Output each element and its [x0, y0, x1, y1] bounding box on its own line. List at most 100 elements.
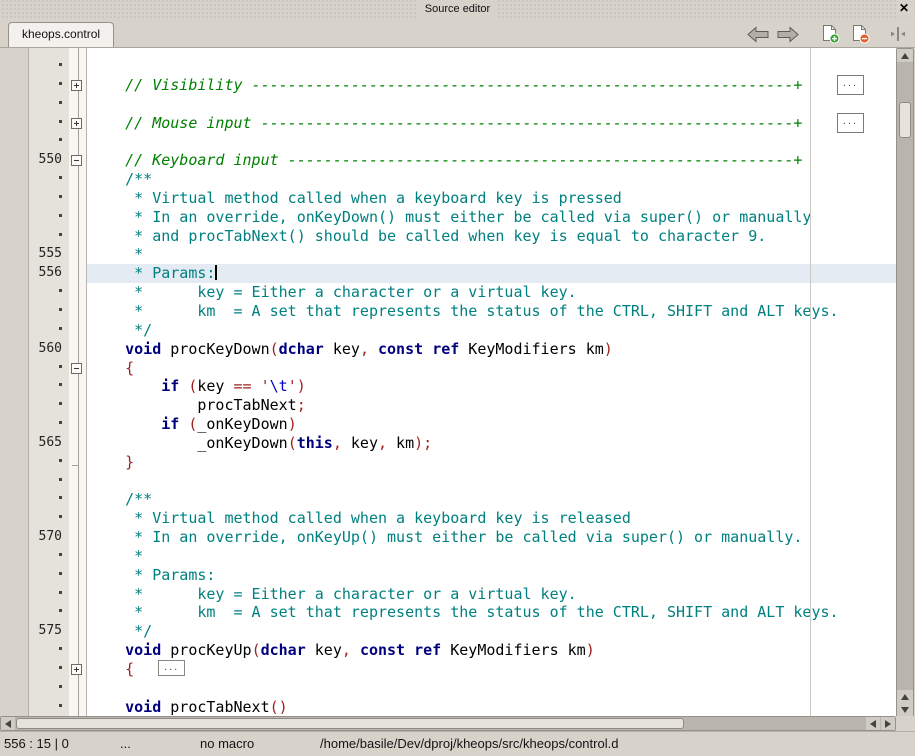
fold-collapse-icon[interactable]: [71, 155, 82, 166]
code-text[interactable]: _onKeyDown(this, key, km);: [87, 434, 896, 453]
code-text[interactable]: * and procTabNext() should be called whe…: [87, 227, 896, 246]
code-text[interactable]: void procKeyUp(dchar key, const ref KeyM…: [87, 641, 896, 660]
code-line[interactable]: 556 * Params:: [29, 264, 896, 283]
code-text[interactable]: // Mouse input -------------------------…: [87, 114, 896, 133]
fold-gutter: [69, 415, 87, 434]
code-text[interactable]: * km = A set that represents the status …: [87, 302, 896, 321]
code-text[interactable]: * Virtual method called when a keyboard …: [87, 509, 896, 528]
code-text[interactable]: [87, 679, 896, 698]
code-text[interactable]: * In an override, onKeyDown() must eithe…: [87, 208, 896, 227]
code-text[interactable]: // Visibility --------------------------…: [87, 76, 896, 95]
code-text[interactable]: * In an override, onKeyUp() must either …: [87, 528, 896, 547]
code-line[interactable]: if (_onKeyDown): [29, 415, 896, 434]
code-text[interactable]: // Keyboard input ----------------------…: [87, 151, 896, 170]
code-line[interactable]: /**: [29, 170, 896, 189]
scroll-left-icon[interactable]: [1, 717, 15, 730]
code-line[interactable]: /**: [29, 490, 896, 509]
code-line[interactable]: void procTabNext(): [29, 698, 896, 717]
vertical-scrollbar-thumb[interactable]: [899, 102, 911, 138]
code-area[interactable]: // Visibility --------------------------…: [28, 48, 896, 717]
collapsed-fold-ellipsis[interactable]: ...: [837, 113, 864, 133]
code-line[interactable]: if (key == '\t'): [29, 377, 896, 396]
code-line[interactable]: * and procTabNext() should be called whe…: [29, 227, 896, 246]
code-text[interactable]: [87, 472, 896, 491]
code-text[interactable]: * Virtual method called when a keyboard …: [87, 189, 896, 208]
code-line[interactable]: [29, 95, 896, 114]
fold-expand-icon[interactable]: [71, 118, 82, 129]
back-arrow-icon[interactable]: [743, 23, 773, 45]
code-text[interactable]: {: [87, 359, 896, 378]
code-line[interactable]: */: [29, 321, 896, 340]
toolbar: kheops.control: [0, 18, 915, 47]
code-text[interactable]: * key = Either a character or a virtual …: [87, 585, 896, 604]
code-text[interactable]: */: [87, 321, 896, 340]
code-line[interactable]: procTabNext;: [29, 396, 896, 415]
code-editor[interactable]: // Visibility --------------------------…: [0, 47, 915, 716]
code-text[interactable]: * Params:: [87, 264, 896, 283]
code-line[interactable]: 565 _onKeyDown(this, key, km);: [29, 434, 896, 453]
code-text[interactable]: [87, 57, 896, 76]
code-line[interactable]: * key = Either a character or a virtual …: [29, 585, 896, 604]
code-text[interactable]: * Params:: [87, 566, 896, 585]
code-line[interactable]: void procKeyUp(dchar key, const ref KeyM…: [29, 641, 896, 660]
fold-expand-icon[interactable]: [71, 664, 82, 675]
code-line[interactable]: * Virtual method called when a keyboard …: [29, 509, 896, 528]
code-text[interactable]: * km = A set that represents the status …: [87, 603, 896, 622]
code-line[interactable]: [29, 679, 896, 698]
collapsed-fold-ellipsis[interactable]: ...: [837, 75, 864, 95]
code-line[interactable]: {...: [29, 660, 896, 679]
code-line[interactable]: [29, 132, 896, 151]
code-text[interactable]: [87, 95, 896, 114]
scroll-up-icon[interactable]: [897, 49, 913, 62]
code-text[interactable]: procTabNext;: [87, 396, 896, 415]
code-line[interactable]: }: [29, 453, 896, 472]
close-icon[interactable]: ✕: [896, 0, 912, 17]
tab-kheops-control[interactable]: kheops.control: [8, 22, 114, 47]
collapsed-fold-ellipsis[interactable]: ...: [158, 660, 185, 676]
code-line[interactable]: * km = A set that represents the status …: [29, 302, 896, 321]
code-text[interactable]: /**: [87, 170, 896, 189]
code-text[interactable]: if (key == '\t'): [87, 377, 896, 396]
code-line[interactable]: * Params:: [29, 566, 896, 585]
code-text[interactable]: }: [87, 453, 896, 472]
line-number: [29, 679, 69, 698]
code-text[interactable]: *: [87, 547, 896, 566]
code-line[interactable]: * Virtual method called when a keyboard …: [29, 189, 896, 208]
horizontal-scrollbar-thumb[interactable]: [16, 718, 684, 729]
scroll-right-icon[interactable]: [881, 717, 895, 730]
code-line[interactable]: * key = Either a character or a virtual …: [29, 283, 896, 302]
new-document-icon[interactable]: [815, 23, 845, 45]
code-line[interactable]: 575 */: [29, 622, 896, 641]
code-line[interactable]: 550 // Keyboard input ------------------…: [29, 151, 896, 170]
code-line[interactable]: [29, 57, 896, 76]
code-line[interactable]: 570 * In an override, onKeyUp() must eit…: [29, 528, 896, 547]
detach-splitter-icon[interactable]: [887, 23, 909, 45]
scroll-left-icon[interactable]: [866, 717, 880, 730]
code-text[interactable]: * key = Either a character or a virtual …: [87, 283, 896, 302]
code-line[interactable]: 560 void procKeyDown(dchar key, const re…: [29, 340, 896, 359]
code-text[interactable]: void procTabNext(): [87, 698, 896, 717]
code-line[interactable]: 555 *: [29, 245, 896, 264]
code-text[interactable]: void procKeyDown(dchar key, const ref Ke…: [87, 340, 896, 359]
code-line[interactable]: // Mouse input -------------------------…: [29, 114, 896, 133]
code-line[interactable]: // Visibility --------------------------…: [29, 76, 896, 95]
fold-collapse-icon[interactable]: [71, 363, 82, 374]
horizontal-scrollbar[interactable]: [0, 716, 896, 731]
code-text[interactable]: {...: [87, 660, 896, 679]
code-line[interactable]: {: [29, 359, 896, 378]
code-text[interactable]: */: [87, 622, 896, 641]
code-text[interactable]: /**: [87, 490, 896, 509]
code-text[interactable]: if (_onKeyDown): [87, 415, 896, 434]
scroll-down-icon[interactable]: [897, 703, 913, 716]
forward-arrow-icon[interactable]: [773, 23, 803, 45]
code-line[interactable]: *: [29, 547, 896, 566]
code-text[interactable]: *: [87, 245, 896, 264]
vertical-scrollbar[interactable]: [896, 48, 914, 717]
code-text[interactable]: [87, 132, 896, 151]
code-line[interactable]: * km = A set that represents the status …: [29, 603, 896, 622]
code-line[interactable]: [29, 472, 896, 491]
scroll-up-icon[interactable]: [897, 690, 913, 703]
fold-expand-icon[interactable]: [71, 80, 82, 91]
remove-document-icon[interactable]: [845, 23, 875, 45]
code-line[interactable]: * In an override, onKeyDown() must eithe…: [29, 208, 896, 227]
